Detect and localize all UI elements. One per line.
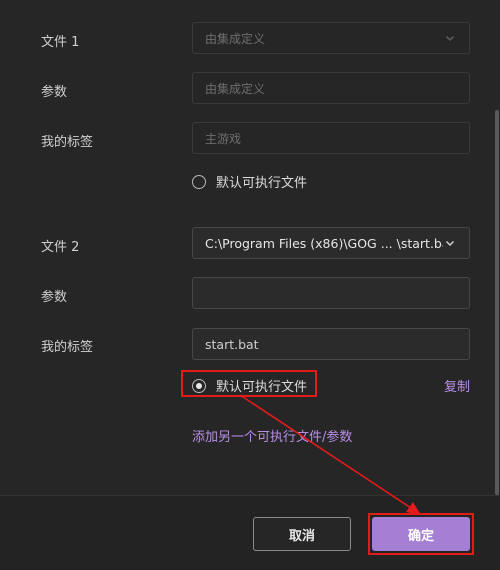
- chevron-down-icon: [445, 35, 455, 42]
- file2-tag-input[interactable]: start.bat: [192, 328, 470, 360]
- cancel-button[interactable]: 取消: [253, 517, 351, 551]
- file2-params-label: 参数: [41, 290, 68, 305]
- file2-label: 文件 2: [41, 240, 80, 255]
- add-executable-link[interactable]: 添加另一个可执行文件/参数: [192, 426, 352, 445]
- file1-label: 文件 1: [41, 35, 80, 50]
- file2-path-value: C:\Program Files (x86)\GOG ... \start.ba…: [205, 235, 443, 251]
- radio-unchecked-icon[interactable]: [192, 174, 206, 189]
- file2-default-radio[interactable]: 默认可执行文件: [192, 376, 307, 395]
- file1-tag-input: 主游戏: [192, 122, 470, 154]
- scrollbar-thumb[interactable]: [495, 110, 499, 495]
- radio-checked-icon[interactable]: [192, 378, 206, 393]
- file2-default-label: 默认可执行文件: [216, 380, 308, 395]
- file1-params-input: 由集成定义: [192, 72, 470, 104]
- file2-tag-label: 我的标签: [41, 340, 94, 355]
- file1-default-radio[interactable]: 默认可执行文件: [192, 172, 307, 191]
- ok-button[interactable]: 确定: [372, 517, 470, 551]
- file1-path-select: 由集成定义: [192, 22, 470, 54]
- file1-path-value: 由集成定义: [205, 31, 266, 46]
- file2-params-input[interactable]: [192, 277, 470, 309]
- file1-params-placeholder: 由集成定义: [205, 81, 266, 96]
- chevron-down-icon: [445, 240, 455, 247]
- file1-tag-placeholder: 主游戏: [205, 131, 242, 146]
- file2-path-select[interactable]: C:\Program Files (x86)\GOG ... \start.ba…: [192, 227, 470, 259]
- copy-link[interactable]: 复制: [444, 376, 470, 395]
- file1-default-label: 默认可执行文件: [216, 176, 308, 191]
- file2-tag-value: start.bat: [205, 336, 259, 352]
- file1-params-label: 参数: [41, 85, 68, 100]
- file1-tag-label: 我的标签: [41, 135, 94, 150]
